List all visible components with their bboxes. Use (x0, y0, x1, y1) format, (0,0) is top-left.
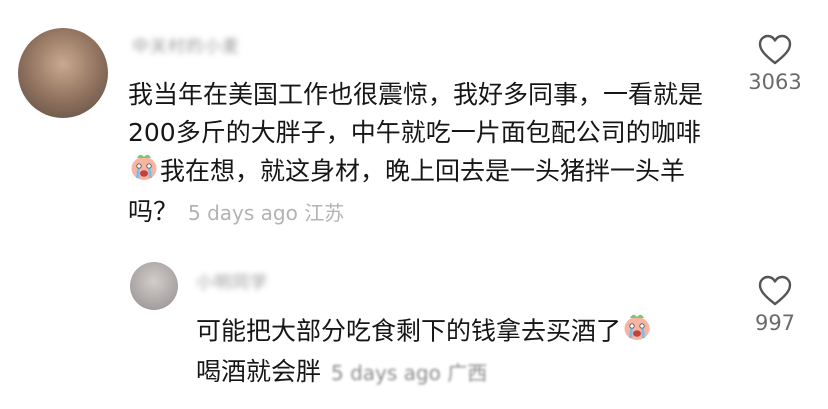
comment-text-part: 喝酒就会胖 (196, 357, 322, 386)
heart-icon[interactable] (758, 34, 792, 66)
like-button[interactable]: 997 (735, 275, 815, 335)
comment-time: 5 days ago (331, 361, 441, 385)
like-button[interactable]: 3063 (735, 34, 815, 94)
avatar[interactable] (18, 28, 108, 118)
username[interactable]: 中关村的小麦 (132, 32, 240, 57)
comment-text: 可能把大部分吃食剩下的钱拿去买酒了 喝酒就会胖 5 days ago 广西 (196, 312, 716, 392)
comment-location: 广西 (447, 361, 488, 385)
comment-location: 江苏 (304, 201, 345, 225)
comment-time: 5 days ago (188, 201, 298, 225)
comment-meta: 5 days ago 广西 (331, 361, 487, 385)
crying-face-icon (622, 312, 652, 353)
like-count: 997 (754, 311, 796, 335)
comment-text-part: 可能把大部分吃食剩下的钱拿去买酒了 (196, 316, 622, 346)
comment-text: 我当年在美国工作也很震惊，我好多同事，一看就是200多斤的大胖子，中午就吃一片面… (128, 76, 708, 232)
avatar[interactable] (130, 262, 178, 310)
crying-face-icon (129, 152, 159, 193)
like-count: 3063 (748, 70, 802, 94)
comment-text-part: 我当年在美国工作也很震惊，我好多同事，一看就是200多斤的大胖子，中午就吃一片面… (128, 80, 704, 147)
heart-icon[interactable] (758, 275, 792, 307)
username[interactable]: 小明同学 (196, 268, 268, 293)
comment-meta: 5 days ago 江苏 (188, 201, 344, 225)
